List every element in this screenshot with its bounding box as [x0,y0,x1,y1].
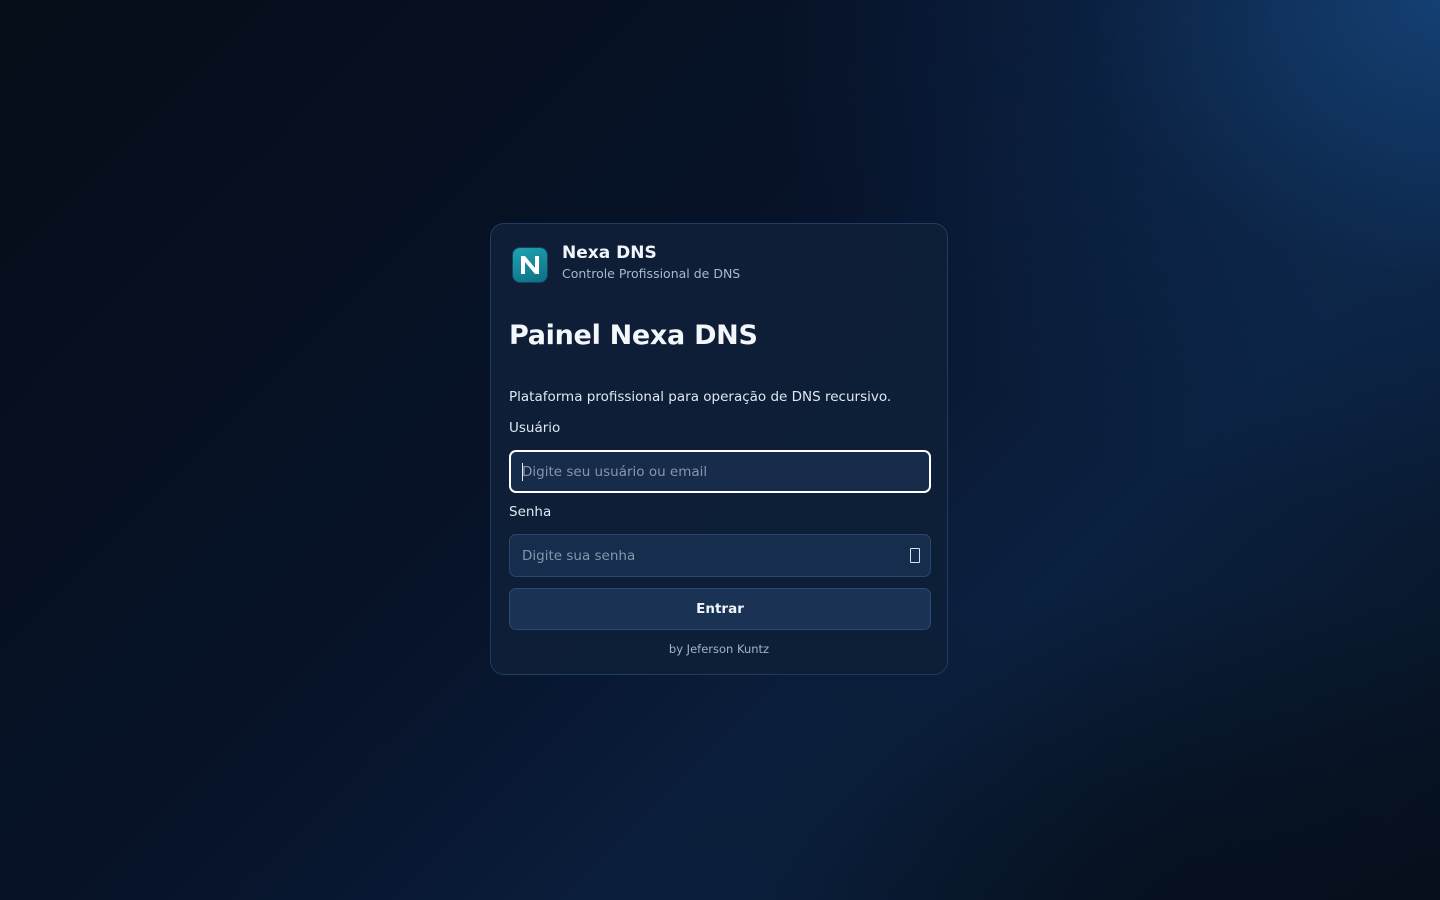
brand-text: Nexa DNS Controle Profissional de DNS [562,243,741,281]
username-label: Usuário [509,420,561,436]
page-title: Painel Nexa DNS [509,320,758,351]
brand-header: Nexa DNS Controle Profissional de DNS [513,243,741,282]
logo-n-glyph [521,256,539,274]
login-submit-button[interactable]: Entrar [509,588,931,630]
author-credit: by Jeferson Kuntz [668,642,770,656]
password-input[interactable] [522,535,892,576]
brand-tagline: Controle Profissional de DNS [562,266,741,281]
text-cursor [522,463,523,481]
nexa-logo-icon [513,248,547,282]
username-input[interactable] [522,452,892,491]
login-description: Plataforma profissional para operação de… [509,389,892,405]
brand-name: Nexa DNS [562,243,657,263]
eye-icon[interactable] [910,548,920,563]
password-field[interactable] [509,534,931,577]
login-card: Nexa DNS Controle Profissional de DNS Pa… [490,223,948,675]
password-label: Senha [509,504,552,520]
username-field[interactable] [509,450,931,493]
